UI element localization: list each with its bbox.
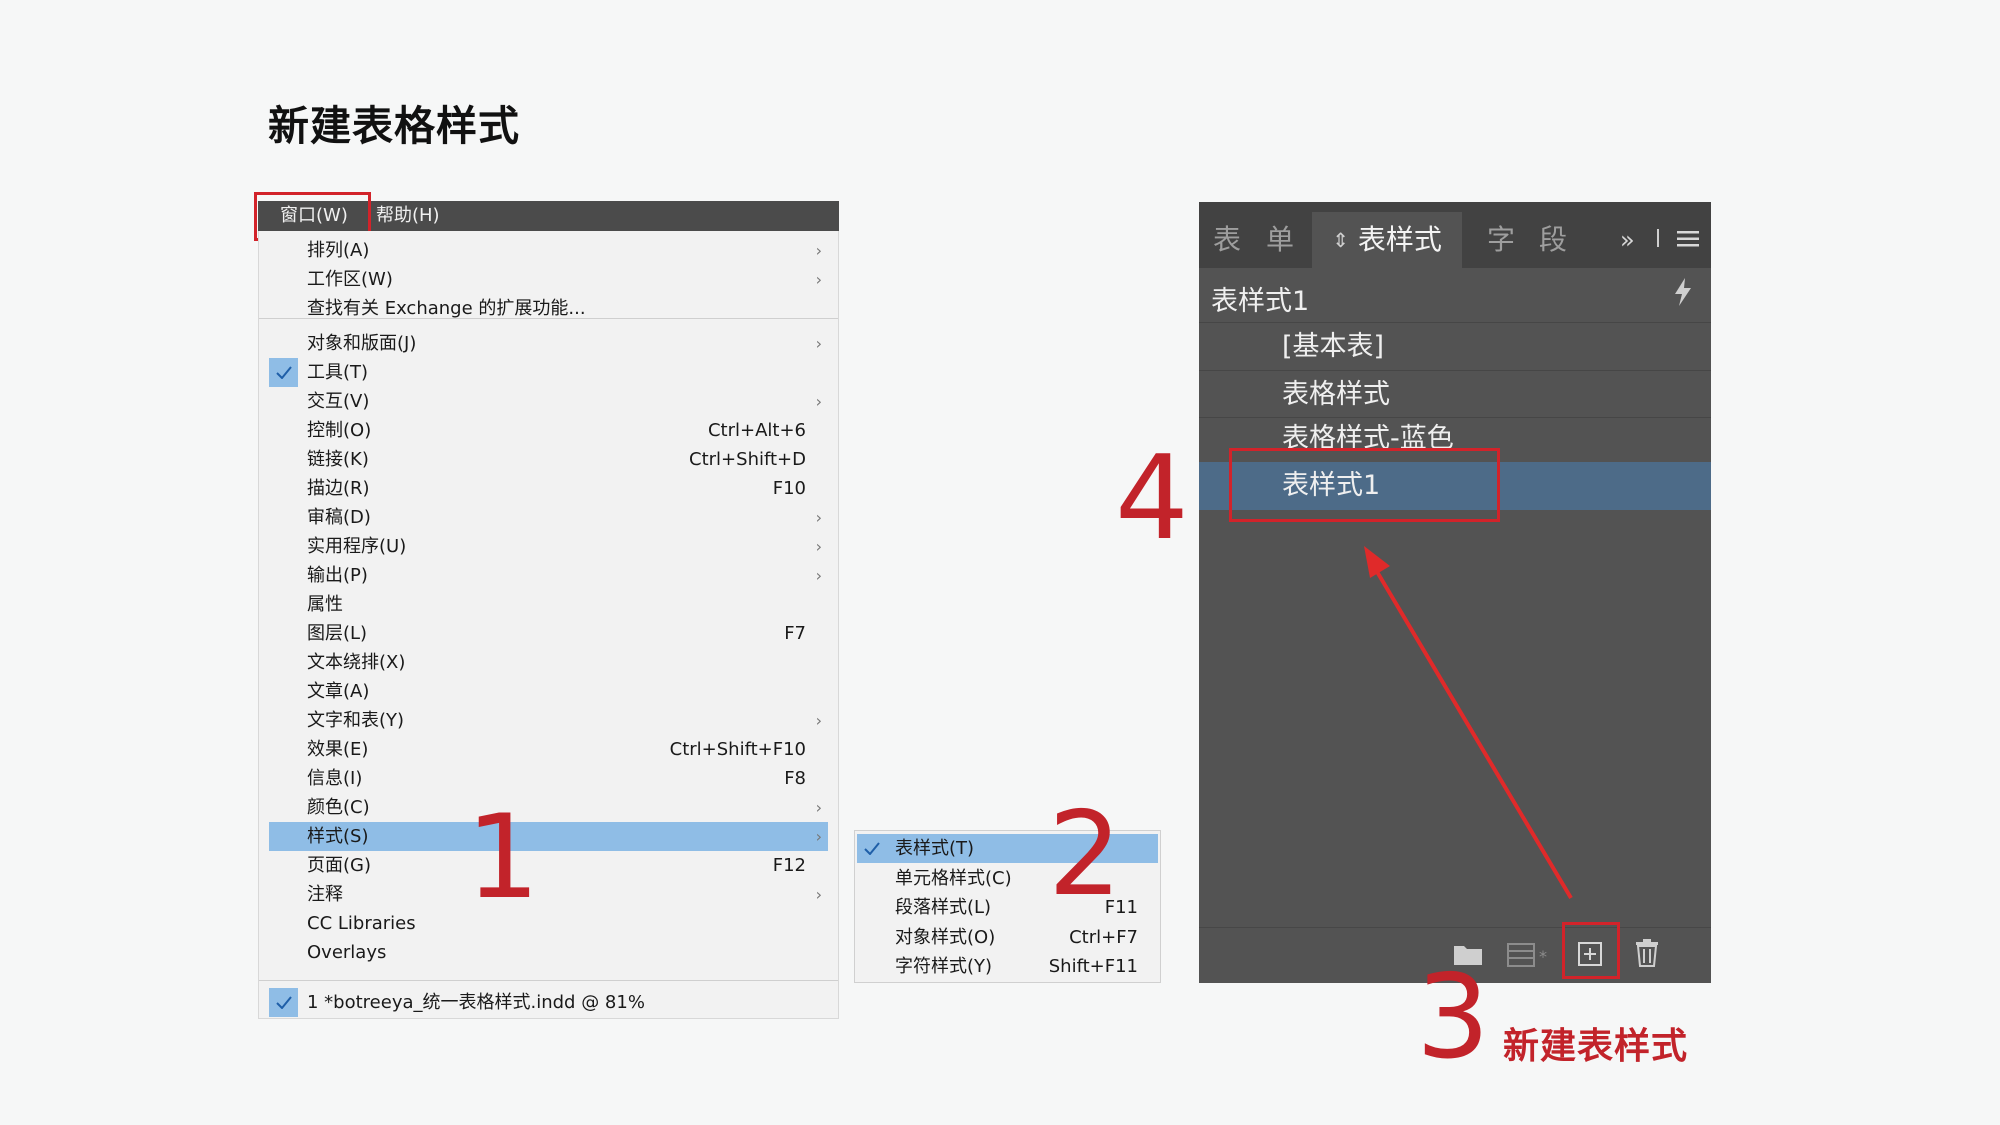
step-number-2: 2	[1048, 787, 1122, 922]
step-number-1: 1	[466, 790, 540, 925]
annotation-arrow	[1364, 546, 1573, 900]
step-number-3: 3	[1416, 950, 1490, 1085]
new-style-caption: 新建表样式	[1503, 1026, 1689, 1067]
step-number-4: 4	[1115, 431, 1189, 566]
